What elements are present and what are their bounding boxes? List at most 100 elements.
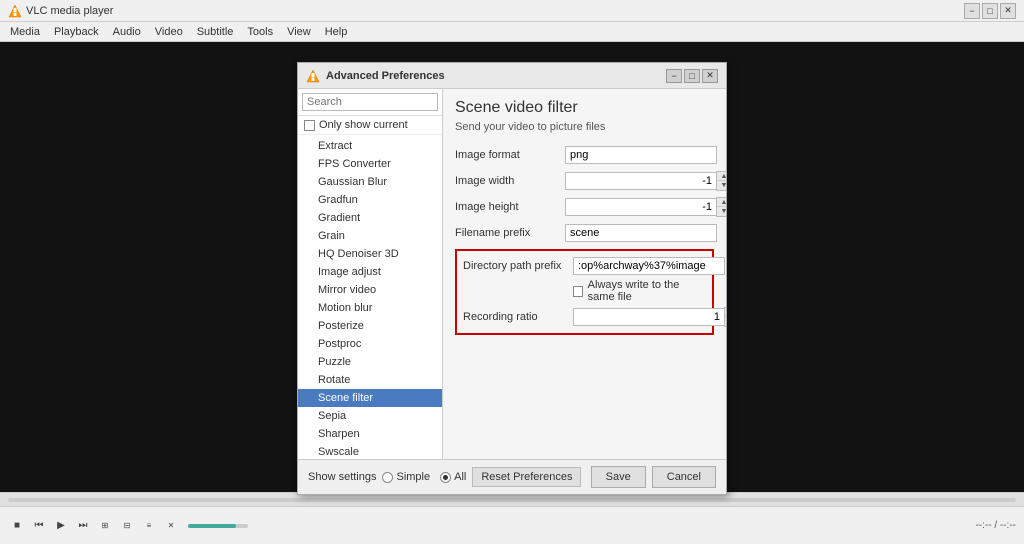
tree-item-grain[interactable]: Grain	[298, 227, 442, 245]
tree-item-gradient[interactable]: Gradient	[298, 209, 442, 227]
tree-item-motion-blur[interactable]: Motion blur	[298, 299, 442, 317]
image-width-down[interactable]: ▼	[717, 181, 726, 190]
volume-slider[interactable]	[188, 524, 248, 528]
next-button[interactable]: ⏭	[74, 517, 92, 535]
radio-simple-circle[interactable]	[382, 472, 393, 483]
vlc-title-icon	[8, 4, 22, 18]
tree-item-sepia[interactable]: Sepia	[298, 407, 442, 425]
highlight-section: Directory path prefix Always write to th…	[455, 249, 714, 335]
tree-item-fps[interactable]: FPS Converter	[298, 155, 442, 173]
layout-btn2[interactable]: ⊟	[118, 517, 136, 535]
always-write-row: Always write to the same file	[463, 279, 706, 303]
layout-btn1[interactable]: ⊞	[96, 517, 114, 535]
tree-item-gradfun[interactable]: Gradfun	[298, 191, 442, 209]
prev-button[interactable]: ⏮	[30, 517, 48, 535]
right-panel: Scene video filter Send your video to pi…	[443, 89, 726, 459]
image-width-row: Image width ▲ ▼	[455, 171, 714, 191]
play-button[interactable]: ▶	[52, 517, 70, 535]
menu-media[interactable]: Media	[4, 24, 46, 40]
recording-ratio-label: Recording ratio	[463, 311, 573, 323]
tree-item-rotate[interactable]: Rotate	[298, 371, 442, 389]
tree-item-extract[interactable]: Extract	[298, 137, 442, 155]
tree-item-mirror[interactable]: Mirror video	[298, 281, 442, 299]
menu-video[interactable]: Video	[149, 24, 189, 40]
menu-audio[interactable]: Audio	[107, 24, 147, 40]
tree-item-postproc[interactable]: Postproc	[298, 335, 442, 353]
only-current-label: Only show current	[319, 119, 408, 131]
recording-ratio-spinner-btns: ▲ ▼	[724, 307, 726, 327]
radio-all[interactable]: All	[440, 471, 466, 483]
tree-item-image-adjust[interactable]: Image adjust	[298, 263, 442, 281]
search-input[interactable]	[302, 93, 438, 111]
image-height-down[interactable]: ▼	[717, 207, 726, 216]
title-bar: VLC media player − □ ✕	[0, 0, 1024, 22]
title-bar-controls: − □ ✕	[964, 3, 1016, 19]
save-button[interactable]: Save	[591, 466, 646, 488]
progress-bar-area[interactable]	[0, 493, 1024, 507]
image-width-up[interactable]: ▲	[717, 172, 726, 181]
directory-path-input[interactable]	[573, 257, 725, 275]
controls-row: ■ ⏮ ▶ ⏭ ⊞ ⊟ ≡ ✕ --:-- / --:--	[0, 507, 1024, 544]
radio-group: Simple All	[382, 471, 466, 483]
always-write-checkbox[interactable]	[573, 286, 583, 297]
menu-subtitle[interactable]: Subtitle	[191, 24, 240, 40]
layout-btn3[interactable]: ≡	[140, 517, 158, 535]
tree-item-gaussian[interactable]: Gaussian Blur	[298, 173, 442, 191]
recording-ratio-up[interactable]: ▲	[725, 308, 726, 317]
menu-playback[interactable]: Playback	[48, 24, 105, 40]
menu-help[interactable]: Help	[319, 24, 354, 40]
minimize-button[interactable]: −	[964, 3, 980, 19]
image-format-input[interactable]	[565, 146, 717, 164]
menu-tools[interactable]: Tools	[241, 24, 279, 40]
stop-button[interactable]: ■	[8, 517, 26, 535]
radio-all-label: All	[454, 471, 466, 483]
image-width-spinner-btns: ▲ ▼	[716, 171, 726, 191]
dialog-minimize-button[interactable]: −	[666, 69, 682, 83]
image-width-input[interactable]	[565, 172, 716, 190]
radio-simple[interactable]: Simple	[382, 471, 430, 483]
dialog-maximize-button[interactable]: □	[684, 69, 700, 83]
tree-item-puzzle[interactable]: Puzzle	[298, 353, 442, 371]
only-current-row: Only show current	[298, 116, 442, 135]
tree-item-sharpen[interactable]: Sharpen	[298, 425, 442, 443]
menu-bar: Media Playback Audio Video Subtitle Tool…	[0, 22, 1024, 42]
tree-item-scene-filter[interactable]: Scene filter	[298, 389, 442, 407]
radio-all-circle[interactable]	[440, 472, 451, 483]
filename-prefix-input[interactable]	[565, 224, 717, 242]
layout-btn4[interactable]: ✕	[162, 517, 180, 535]
title-bar-title: VLC media player	[26, 5, 960, 17]
image-height-input[interactable]	[565, 198, 716, 216]
panel-title: Scene video filter	[455, 99, 714, 117]
radio-simple-label: Simple	[396, 471, 430, 483]
tree-item-swscale[interactable]: Swscale	[298, 443, 442, 459]
advanced-preferences-dialog: Advanced Preferences − □ ✕	[297, 62, 727, 495]
filename-prefix-row: Filename prefix	[455, 223, 714, 243]
dialog-close-button[interactable]: ✕	[702, 69, 718, 83]
dialog-vlc-icon	[306, 69, 320, 83]
image-height-up[interactable]: ▲	[717, 198, 726, 207]
image-height-row: Image height ▲ ▼	[455, 197, 714, 217]
progress-track[interactable]	[8, 498, 1016, 502]
cancel-button[interactable]: Cancel	[652, 466, 716, 488]
tree-item-hq-denoiser[interactable]: HQ Denoiser 3D	[298, 245, 442, 263]
vlc-main-window: VLC media player − □ ✕ Media Playback Au…	[0, 0, 1024, 544]
image-height-label: Image height	[455, 201, 565, 213]
image-format-row: Image format	[455, 145, 714, 165]
panel-subtitle: Send your video to picture files	[455, 121, 714, 133]
dialog-overlay: Advanced Preferences − □ ✕	[0, 42, 1024, 492]
recording-ratio-down[interactable]: ▼	[725, 317, 726, 326]
menu-view[interactable]: View	[281, 24, 317, 40]
image-height-spinner-btns: ▲ ▼	[716, 197, 726, 217]
dialog-footer: Show settings Simple All Reset Prefe	[298, 459, 726, 494]
close-button[interactable]: ✕	[1000, 3, 1016, 19]
tree-list[interactable]: Extract FPS Converter Gaussian Blur Grad…	[298, 135, 442, 459]
time-display: --:-- / --:--	[975, 520, 1016, 531]
dialog-title-controls: − □ ✕	[666, 69, 718, 83]
tree-item-posterize[interactable]: Posterize	[298, 317, 442, 335]
recording-ratio-input[interactable]	[573, 308, 724, 326]
bottom-controls: ■ ⏮ ▶ ⏭ ⊞ ⊟ ≡ ✕ --:-- / --:--	[0, 492, 1024, 544]
only-current-checkbox[interactable]	[304, 120, 315, 131]
always-write-label: Always write to the same file	[588, 279, 706, 303]
reset-preferences-button[interactable]: Reset Preferences	[472, 467, 581, 487]
maximize-button[interactable]: □	[982, 3, 998, 19]
